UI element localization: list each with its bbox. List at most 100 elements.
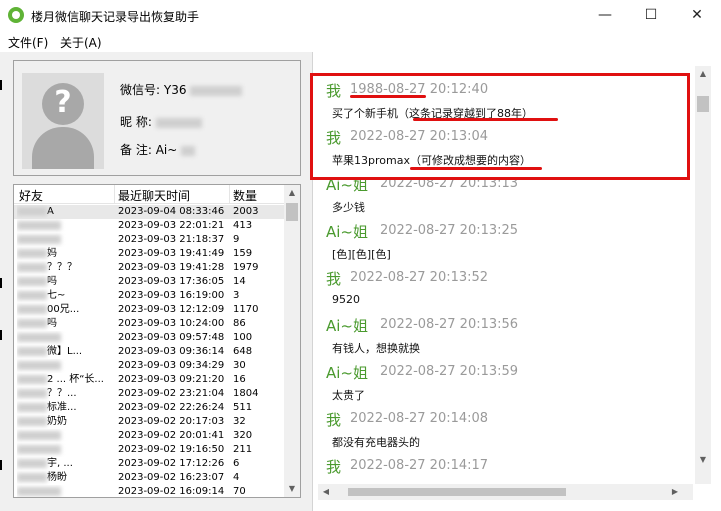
message-count: 6: [233, 458, 240, 469]
redacted-mask: [17, 346, 47, 356]
column-header-count[interactable]: 数量: [233, 187, 257, 204]
last-chat-time: 2023-09-03 17:36:05: [118, 276, 225, 287]
message-sender: 我: [326, 270, 342, 288]
message-time: 2022-08-27 20:13:25: [380, 223, 518, 238]
scrollbar-thumb[interactable]: [348, 488, 566, 496]
message-count: 511: [233, 402, 253, 413]
friend-list-header: 好友 最近聊天时间 数量: [14, 185, 284, 204]
last-chat-time: 2023-09-03 12:12:09: [118, 304, 225, 315]
redacted-mask: [17, 444, 61, 454]
redacted-mask: [17, 276, 47, 286]
friend-row[interactable]: 标准... 2023-09-02 22:26:24 511: [14, 401, 284, 415]
friend-name-text: 七~: [47, 290, 66, 301]
friend-name: 奶奶: [17, 415, 113, 429]
scroll-down-arrow-icon[interactable]: ▼: [695, 452, 711, 468]
scroll-right-arrow-icon[interactable]: ▶: [667, 484, 683, 500]
friend-row[interactable]: 2023-09-03 09:57:48 100: [14, 331, 284, 345]
message-count: 413: [233, 220, 253, 231]
friend-row[interactable]: 妈 2023-09-03 19:41:49 159: [14, 247, 284, 261]
friend-row[interactable]: 2023-09-03 22:01:21 413: [14, 219, 284, 233]
friend-row[interactable]: 微】L... 2023-09-03 09:36:14 648: [14, 345, 284, 359]
chat-horizontal-scrollbar[interactable]: ◀ ▶: [318, 484, 693, 500]
redacted-mask: [17, 248, 47, 258]
friend-list[interactable]: 好友 最近聊天时间 数量 A 2023-09-04 08:33:46 2003 202…: [13, 184, 301, 498]
friend-name: A: [17, 205, 113, 219]
last-chat-time: 2023-09-02 22:26:24: [118, 402, 225, 413]
friend-row[interactable]: 奶奶 2023-09-02 20:17:03 32: [14, 415, 284, 429]
column-header-last-chat-time[interactable]: 最近聊天时间: [118, 187, 190, 204]
message-count: 4: [233, 472, 240, 483]
last-chat-time: 2023-09-03 21:18:37: [118, 234, 225, 245]
menu-about[interactable]: 关于(A): [60, 34, 102, 51]
avatar: ?: [22, 73, 104, 169]
wechat-id-value: Y36: [163, 83, 187, 97]
friend-name: 杨盼: [17, 471, 113, 485]
friend-row[interactable]: 吗 2023-09-03 10:24:00 86: [14, 317, 284, 331]
friend-row[interactable]: 宇, ... 2023-09-02 17:12:26 6: [14, 457, 284, 471]
redacted-mask: [17, 402, 47, 412]
scroll-up-arrow-icon[interactable]: ▲: [284, 185, 300, 201]
window-edge-mark: [0, 278, 2, 288]
message-time: 2022-08-27 20:14:08: [350, 411, 488, 426]
scrollbar-thumb[interactable]: [697, 96, 709, 112]
scroll-up-arrow-icon[interactable]: ▲: [695, 66, 711, 82]
friend-row[interactable]: A 2023-09-04 08:33:46 2003: [14, 205, 284, 219]
menu-bar: 文件(F) 关于(A): [0, 30, 721, 52]
friend-row[interactable]: 七~ 2023-09-03 16:19:00 3: [14, 289, 284, 303]
friend-name: 吗: [17, 317, 113, 331]
friend-row[interactable]: 2023-09-03 09:34:29 30: [14, 359, 284, 373]
redacted-mask: [17, 374, 47, 384]
close-button[interactable]: ✕: [674, 0, 720, 30]
message-count: 1804: [233, 388, 259, 399]
friend-row[interactable]: 2023-09-03 21:18:37 9: [14, 233, 284, 247]
menu-file[interactable]: 文件(F): [8, 34, 48, 51]
friend-name: 妈: [17, 247, 113, 261]
minimize-button[interactable]: —: [582, 0, 628, 30]
column-divider[interactable]: [114, 185, 115, 203]
column-divider[interactable]: [229, 185, 230, 203]
friend-row[interactable]: ？？... 2023-09-02 23:21:04 1804: [14, 387, 284, 401]
last-chat-time: 2023-09-02 20:01:41: [118, 430, 225, 441]
friend-row[interactable]: 杨盼 2023-09-02 16:23:07 4: [14, 471, 284, 485]
last-chat-time: 2023-09-02 17:12:26: [118, 458, 225, 469]
friend-row[interactable]: 00兄... 2023-09-03 12:12:09 1170: [14, 303, 284, 317]
redacted-mask: [155, 117, 202, 128]
message-clock: 2022-08-27 20:14:08: [350, 411, 489, 426]
scroll-left-arrow-icon[interactable]: ◀: [318, 484, 334, 500]
friend-row[interactable]: 2 ... 杯“长... 2023-09-03 09:21:20 16: [14, 373, 284, 387]
message-count: 159: [233, 248, 253, 259]
message-sender: Ai~姐: [326, 223, 368, 241]
note-underline: [410, 167, 542, 170]
remark-row: 备 注: Ai~: [120, 141, 196, 158]
friend-name: [17, 219, 113, 233]
contact-profile-panel: ? 微信号: Y36 昵 称: 备 注: Ai~: [13, 60, 301, 176]
window-title: 楼月微信聊天记录导出恢复助手: [31, 10, 200, 24]
friend-row[interactable]: 2023-09-02 19:16:50 211: [14, 443, 284, 457]
friend-row[interactable]: 吗 2023-09-03 17:36:05 14: [14, 275, 284, 289]
message-count: 30: [233, 360, 246, 371]
last-chat-time: 2023-09-04 08:33:46: [118, 206, 225, 217]
last-chat-time: 2023-09-03 09:57:48: [118, 332, 225, 343]
avatar-head-shape: ?: [42, 83, 84, 125]
friend-name: [17, 331, 113, 345]
friend-name-text: 吗: [47, 276, 57, 287]
friend-name-text: 吗: [47, 318, 57, 329]
message-text: 多少钱: [332, 201, 365, 214]
redacted-mask: [17, 304, 47, 314]
message-count: 3: [233, 290, 240, 301]
scroll-down-arrow-icon[interactable]: ▼: [284, 481, 300, 497]
friend-list-scrollbar[interactable]: ▲ ▼: [284, 185, 300, 497]
scrollbar-thumb[interactable]: [286, 203, 298, 221]
window-edge-mark: [0, 80, 2, 90]
maximize-button[interactable]: ☐: [628, 0, 674, 30]
message-text: 都没有充电器头的: [332, 436, 420, 449]
left-panel: ? 微信号: Y36 昵 称: 备 注: Ai~ 好友 最近聊天时间 数量 A …: [0, 52, 313, 511]
friend-row[interactable]: 2023-09-02 20:01:41 320: [14, 429, 284, 443]
friend-row[interactable]: ？？？ 2023-09-03 19:41:28 1979: [14, 261, 284, 275]
redacted-mask: [190, 85, 243, 96]
friend-row[interactable]: 2023-09-02 16:09:14 70: [14, 485, 284, 497]
nickname-label: 昵 称:: [120, 115, 152, 129]
redacted-mask: [17, 262, 47, 272]
chat-vertical-scrollbar[interactable]: ▲ ▼: [695, 66, 711, 484]
column-header-friend[interactable]: 好友: [19, 187, 43, 204]
